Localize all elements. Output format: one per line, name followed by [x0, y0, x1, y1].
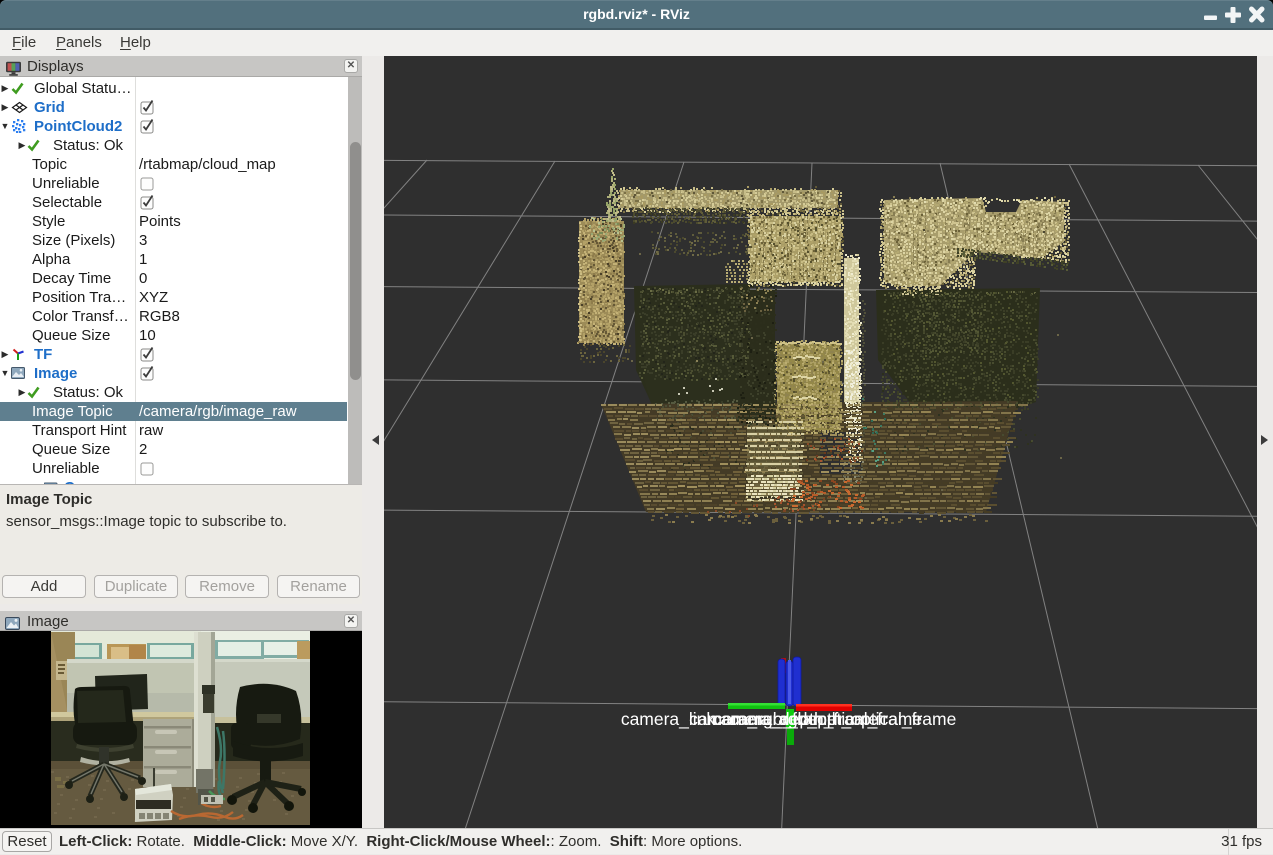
svg-text:camera_depth_optical_frame: camera_depth_optical_frame [730, 709, 957, 730]
